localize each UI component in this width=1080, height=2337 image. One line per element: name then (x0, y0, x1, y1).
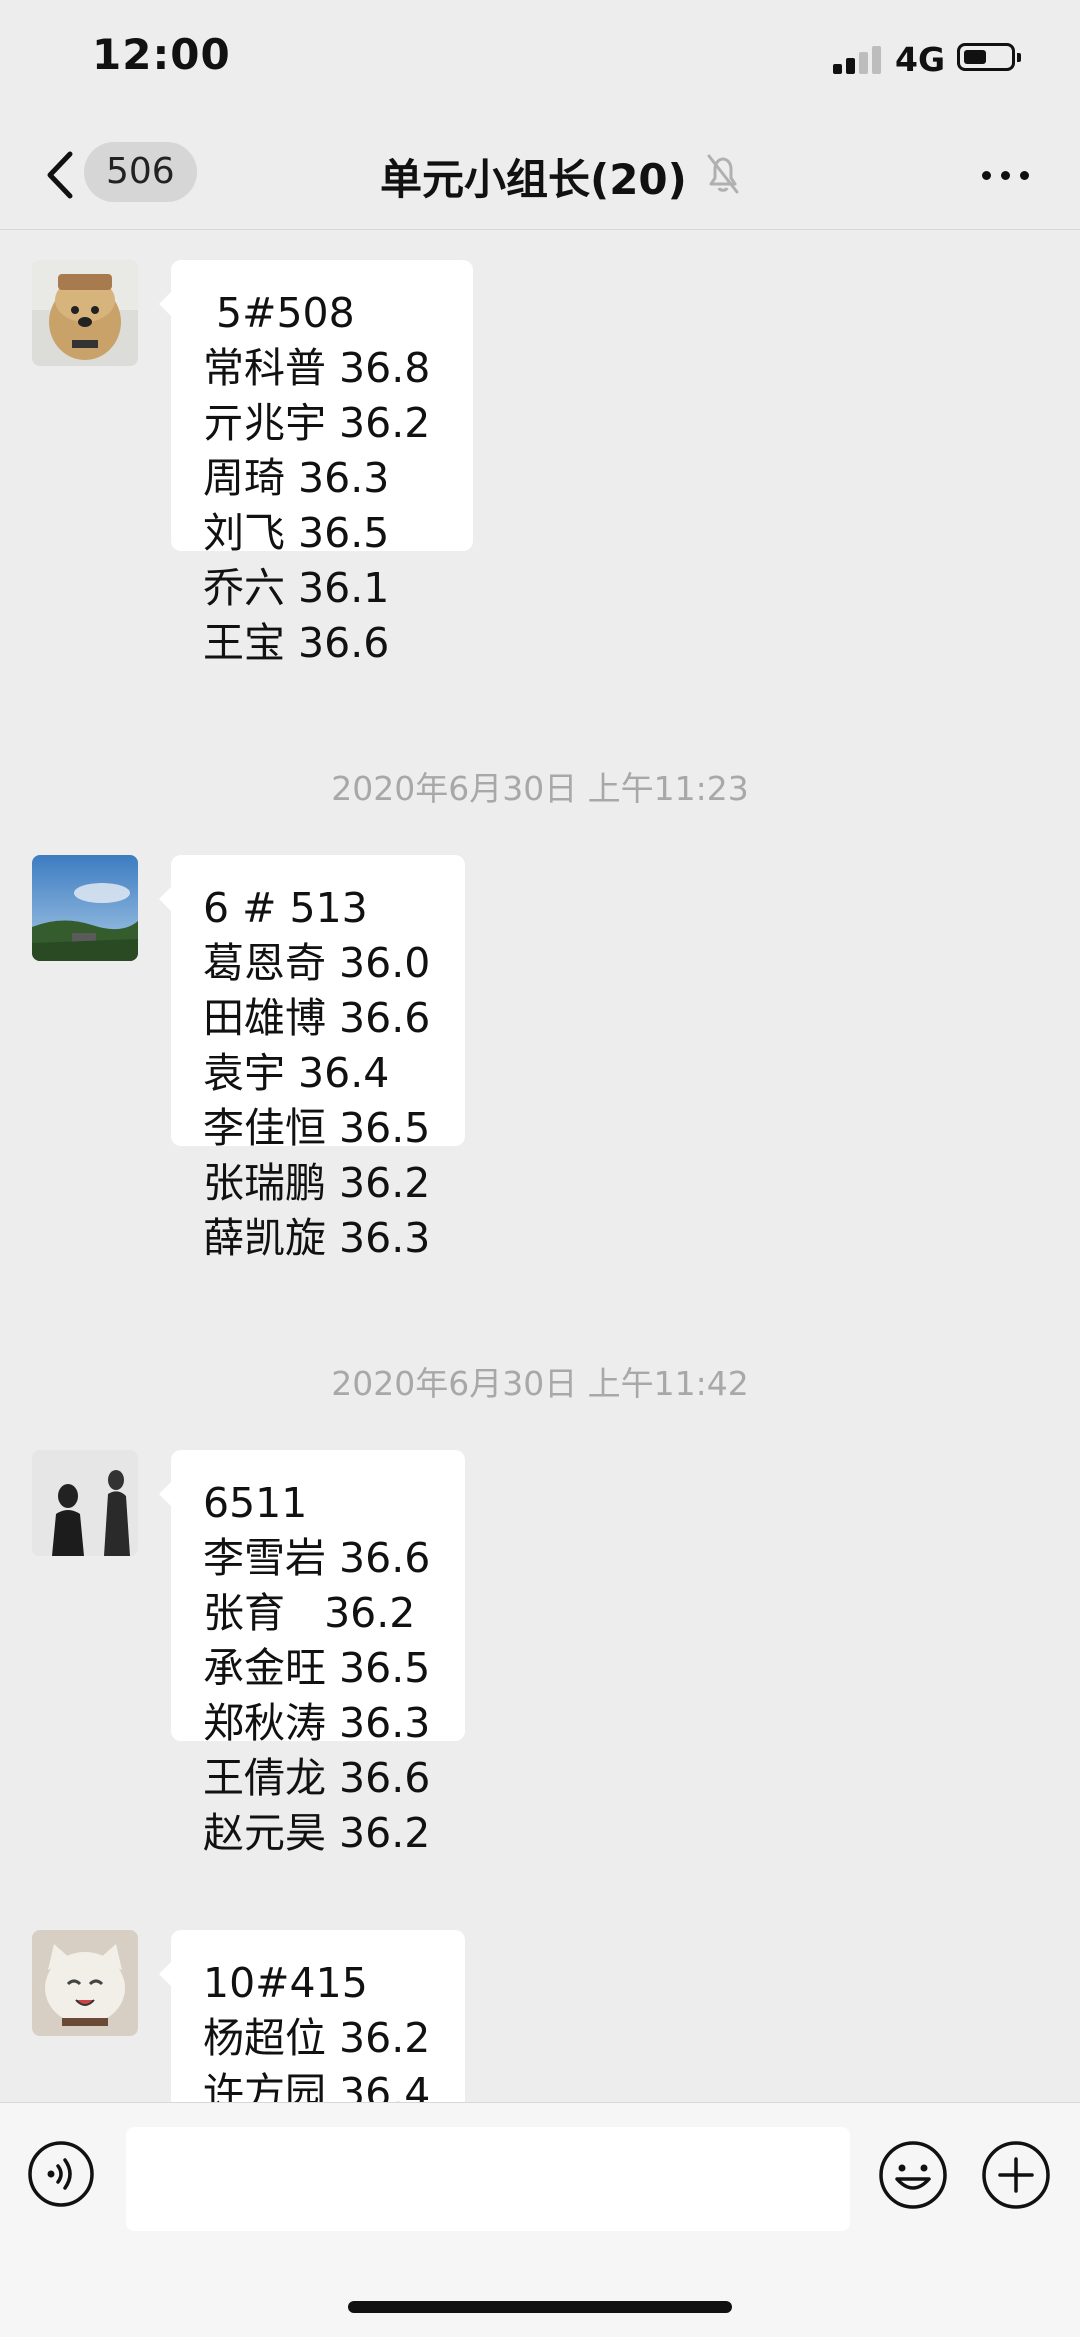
status-time: 12:00 (92, 30, 231, 79)
message-line: 张瑞鹏 36.2 (203, 1159, 431, 1207)
message-line: 王倩龙 36.6 (203, 1754, 431, 1802)
message-line: 王宝 36.6 (203, 619, 390, 667)
bell-mute-icon (707, 154, 739, 194)
message-bubble[interactable]: 5#508 常科普 36.8 亓兆宇 36.2 周琦 36.3 刘飞 36.5 … (159, 260, 473, 667)
message-line: 郑秋涛 36.3 (203, 1699, 431, 1747)
message-line: 薛凯旋 36.3 (203, 1214, 431, 1262)
nav-bar: 506 单元小组长(20) (0, 120, 1080, 230)
message-line: 周琦 36.3 (203, 454, 390, 502)
message-line: 承金旺 36.5 (203, 1644, 431, 1692)
message-line: 亓兆宇 36.2 (203, 399, 431, 447)
message-bubble[interactable]: 10#415 杨超位 36.2 许方园 36.4 (159, 1930, 465, 2102)
message-input[interactable] (126, 2127, 850, 2231)
message-line: 6511 (203, 1479, 308, 1527)
message-line: 张育 36.2 (203, 1589, 416, 1637)
avatar[interactable] (32, 260, 138, 366)
avatar[interactable] (32, 1930, 138, 2036)
message-line: 赵元昊 36.2 (203, 1809, 431, 1857)
message-line: 李佳恒 36.5 (203, 1104, 431, 1152)
message-line: 刘飞 36.5 (203, 509, 390, 557)
emoji-icon[interactable] (877, 2139, 949, 2211)
home-indicator (348, 2301, 732, 2313)
signal-icon (833, 44, 883, 74)
message-line: 田雄博 36.6 (203, 994, 431, 1042)
status-bar: 12:00 4G (0, 0, 1080, 120)
message-line: 杨超位 36.2 (203, 2014, 431, 2062)
message-line: 10#415 (203, 1959, 368, 2007)
timestamp: 2020年6月30日 上午11:23 (331, 769, 749, 808)
timestamp: 2020年6月30日 上午11:42 (331, 1364, 749, 1403)
message-bubble[interactable]: 6511 李雪岩 36.6 张育 36.2 承金旺 36.5 郑秋涛 36.3 … (159, 1450, 465, 1857)
network-type: 4G (895, 40, 946, 79)
message-line: 许方园 36.4 (203, 2069, 431, 2102)
chat-area[interactable]: 5#508 常科普 36.8 亓兆宇 36.2 周琦 36.3 刘飞 36.5 … (0, 230, 1080, 2102)
message-bubble[interactable]: 6 # 513 葛恩奇 36.0 田雄博 36.6 袁宇 36.4 李佳恒 36… (159, 855, 465, 1262)
message-line: 袁宇 36.4 (203, 1049, 390, 1097)
battery-icon (957, 43, 1021, 71)
message-line: 葛恩奇 36.0 (203, 939, 431, 987)
voice-icon[interactable] (26, 2139, 96, 2209)
more-dots-icon[interactable] (978, 162, 1038, 188)
message-line: 乔六 36.1 (203, 564, 390, 612)
unread-count-badge[interactable]: 506 (84, 142, 197, 202)
plus-icon[interactable] (980, 2139, 1052, 2211)
avatar[interactable] (32, 1450, 138, 1556)
message-line: 5#508 (203, 289, 355, 337)
avatar[interactable] (32, 855, 138, 961)
message-line: 李雪岩 36.6 (203, 1534, 431, 1582)
chat-title: 单元小组长(20) (380, 155, 687, 204)
chevron-left-icon[interactable] (38, 148, 88, 202)
message-line: 常科普 36.8 (203, 344, 431, 392)
message-line: 6 # 513 (203, 884, 368, 932)
